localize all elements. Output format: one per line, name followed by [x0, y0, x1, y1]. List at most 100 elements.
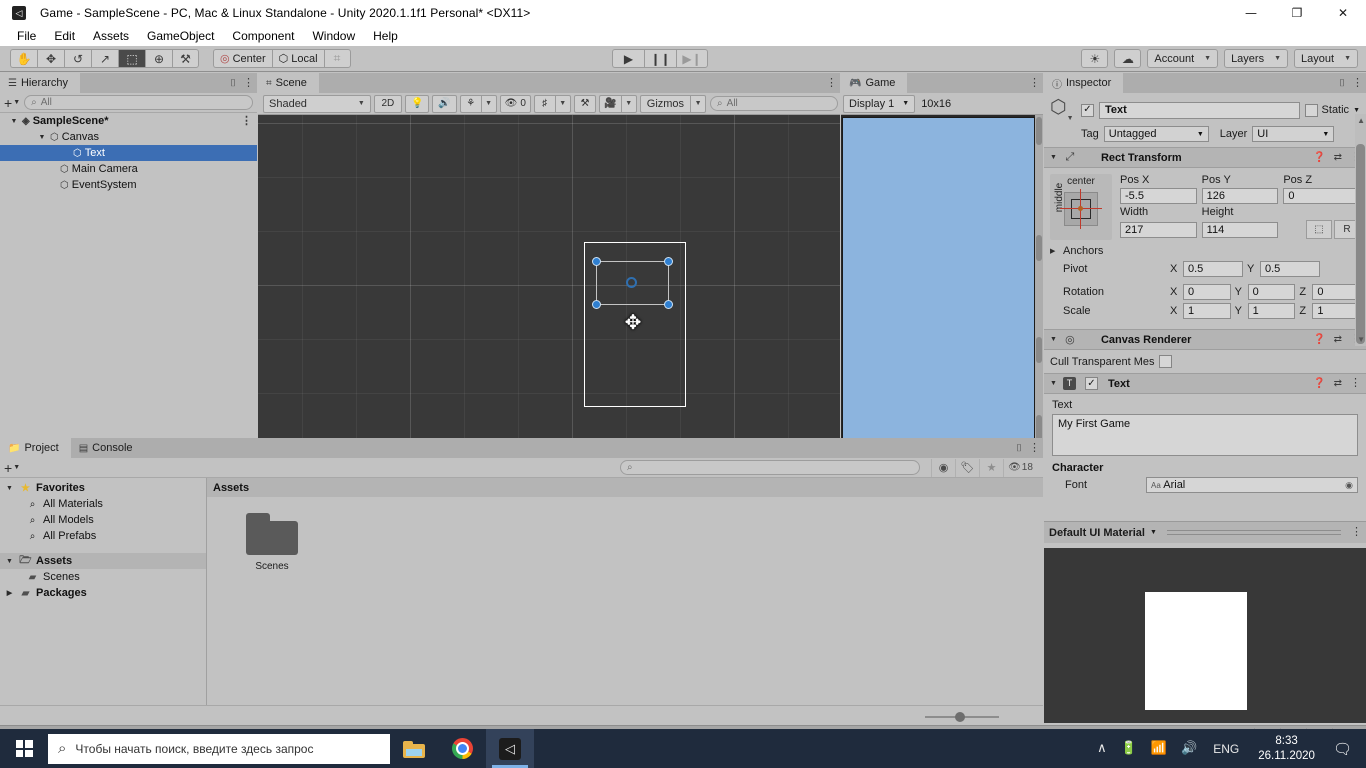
menu-item-help[interactable]: Help	[364, 28, 407, 44]
play-button[interactable]: ▶	[612, 49, 644, 68]
project-tree-scenes[interactable]: ▰ Scenes	[0, 569, 206, 585]
menu-item-assets[interactable]: Assets	[84, 28, 138, 44]
project-menu-icon[interactable]: ⋮	[1029, 442, 1040, 454]
scene-context-menu-icon[interactable]: ⋮	[241, 115, 252, 127]
rect-tool-button[interactable]: ⬚	[118, 49, 145, 68]
expand-triangle-icon[interactable]: ▼	[9, 118, 19, 125]
material-menu-icon[interactable]: ⋮	[1351, 527, 1362, 538]
battery-icon[interactable]: 🔋	[1114, 729, 1144, 768]
hierarchy-item-main-camera[interactable]: ⬡ Main Camera	[0, 161, 257, 177]
tab-hierarchy[interactable]: ☰ Hierarchy	[0, 73, 81, 93]
pivot-rotation-button[interactable]: ⬡ Local	[271, 49, 324, 68]
pos-z-input[interactable]: 0	[1283, 188, 1361, 204]
tab-console[interactable]: ▤ Console	[70, 438, 145, 458]
preset-icon[interactable]: ⇄	[1334, 152, 1342, 163]
tab-inspector[interactable]: ⓘ Inspector	[1044, 73, 1124, 93]
anchors-foldout[interactable]: ▶ Anchors	[1050, 245, 1360, 257]
menu-item-component[interactable]: Component	[223, 28, 303, 44]
pos-y-input[interactable]: 126	[1201, 188, 1279, 204]
filter-favorites-icon[interactable]: ★	[979, 458, 1003, 477]
cloud-button[interactable]: ☁	[1114, 49, 1142, 68]
project-tree-packages[interactable]: ▶ ▰ Packages	[0, 585, 206, 601]
scale-z-input[interactable]: 1	[1312, 303, 1361, 319]
scale-tool-button[interactable]: ↗	[91, 49, 118, 68]
help-icon[interactable]: ❓	[1313, 334, 1325, 345]
game-viewport[interactable]	[841, 115, 1043, 458]
start-button[interactable]	[0, 729, 48, 768]
scene-grid-dropdown[interactable]: ▼	[554, 94, 571, 113]
project-tree-assets[interactable]: ▼ 🗁 Assets	[0, 553, 206, 569]
menu-item-window[interactable]: Window	[303, 28, 364, 44]
scene-camera-settings[interactable]: 🎥	[599, 94, 621, 113]
resize-handle-bl[interactable]	[592, 300, 601, 309]
scale-x-input[interactable]: 1	[1183, 303, 1231, 319]
step-button[interactable]: ▶❙	[676, 49, 708, 68]
scene-search-input[interactable]: ⌕ All	[710, 96, 838, 111]
expand-triangle-icon[interactable]: ▼	[1050, 154, 1057, 161]
scene-gizmos-dropdown[interactable]: ▼	[690, 94, 707, 113]
hierarchy-search-input[interactable]: ⌕ All	[24, 95, 253, 110]
move-tool-button[interactable]: ✥	[37, 49, 64, 68]
scene-lighting-toggle[interactable]: 💡	[404, 94, 430, 113]
project-tree-favorites[interactable]: ▼ ★ Favorites	[0, 480, 206, 496]
anchor-preset-widget[interactable]: center middle	[1050, 174, 1112, 240]
grid-snapping-button[interactable]: ⌗	[323, 49, 351, 68]
project-search-input[interactable]: ⌕	[620, 460, 920, 475]
hierarchy-menu-icon[interactable]: ⋮	[243, 77, 254, 89]
filter-by-label-icon[interactable]: 🏷	[955, 458, 979, 477]
transform-tool-button[interactable]: ⊕	[145, 49, 172, 68]
scene-camera-dropdown[interactable]: ▼	[620, 94, 637, 113]
chevron-down-icon[interactable]: ▼	[1353, 107, 1360, 114]
create-asset-button[interactable]: + ▼	[4, 461, 20, 475]
text-component-enabled-checkbox[interactable]: ✓	[1084, 377, 1098, 390]
wifi-icon[interactable]: 📶	[1144, 729, 1174, 768]
scene-fx-toggle[interactable]: ⚘	[459, 94, 481, 113]
resize-handle-tl[interactable]	[592, 257, 601, 266]
scene-audio-toggle[interactable]: 🔊	[432, 94, 457, 113]
inspector-menu-icon[interactable]: ⋮	[1352, 77, 1363, 89]
services-button[interactable]: ☀	[1081, 49, 1109, 68]
project-tree-all-prefabs[interactable]: ⌕ All Prefabs	[0, 528, 206, 544]
create-gameobject-button[interactable]: + ▼	[4, 96, 20, 110]
preset-icon[interactable]: ⇄	[1334, 334, 1342, 345]
layers-dropdown[interactable]: Layers ▼	[1224, 49, 1289, 68]
rotation-x-input[interactable]: 0	[1183, 284, 1231, 300]
pivot-y-input[interactable]: 0.5	[1260, 261, 1320, 277]
static-toggle-group[interactable]: Static ▼	[1304, 103, 1360, 117]
asset-zoom-slider[interactable]	[925, 711, 999, 722]
hand-tool-button[interactable]: ✋	[10, 49, 37, 68]
hierarchy-item-eventsystem[interactable]: ⬡ EventSystem	[0, 177, 257, 193]
hierarchy-item-text[interactable]: ⬡ Text	[0, 145, 257, 161]
hidden-packages-count[interactable]: 👁 18	[1003, 458, 1037, 477]
blueprint-mode-button[interactable]: ⬚	[1306, 220, 1333, 239]
pivot-mode-button[interactable]: ◎ Center	[213, 49, 272, 68]
expand-triangle-icon[interactable]: ▼	[37, 134, 47, 141]
scene-fx-dropdown[interactable]: ▼	[480, 94, 497, 113]
scene-2d-toggle[interactable]: 2D	[373, 94, 402, 113]
scene-menu-icon[interactable]: ⋮	[826, 77, 837, 89]
expand-triangle-icon[interactable]: ▼	[4, 485, 15, 492]
scene-draw-mode-dropdown[interactable]: Shaded ▼	[263, 94, 371, 113]
pause-button[interactable]: ❙❙	[644, 49, 676, 68]
resize-handle-tr[interactable]	[664, 257, 673, 266]
game-aspect-value[interactable]: 10x16	[921, 98, 951, 110]
width-input[interactable]: 217	[1120, 221, 1197, 238]
account-dropdown[interactable]: Account ▼	[1147, 49, 1219, 68]
inspector-scrollbar[interactable]: ▲ ▼	[1355, 114, 1366, 346]
pos-x-input[interactable]: -5.5	[1120, 188, 1197, 204]
gameobject-active-checkbox[interactable]: ✓	[1081, 103, 1094, 117]
scroll-down-icon[interactable]: ▼	[1357, 335, 1365, 344]
scale-y-input[interactable]: 1	[1247, 303, 1296, 319]
taskbar-search-input[interactable]: ⌕ Чтобы начать поиск, введите здесь запр…	[48, 733, 390, 764]
scene-grid-toggle[interactable]: ♯	[533, 94, 555, 113]
lock-icon[interactable]: ⌷	[1016, 443, 1022, 454]
pivot-x-input[interactable]: 0.5	[1183, 261, 1243, 277]
scene-component-tools-button[interactable]: ⚒	[573, 94, 597, 113]
menu-item-file[interactable]: File	[8, 28, 45, 44]
hierarchy-item-canvas[interactable]: ▼ ⬡ Canvas	[0, 129, 257, 145]
expand-triangle-icon[interactable]: ▼	[4, 558, 15, 565]
gameobject-name-input[interactable]: Text	[1099, 101, 1300, 119]
project-tree-all-models[interactable]: ⌕ All Models	[0, 512, 206, 528]
tab-game[interactable]: 🎮 Game	[841, 73, 908, 93]
lock-icon[interactable]: ⌷	[230, 78, 236, 89]
